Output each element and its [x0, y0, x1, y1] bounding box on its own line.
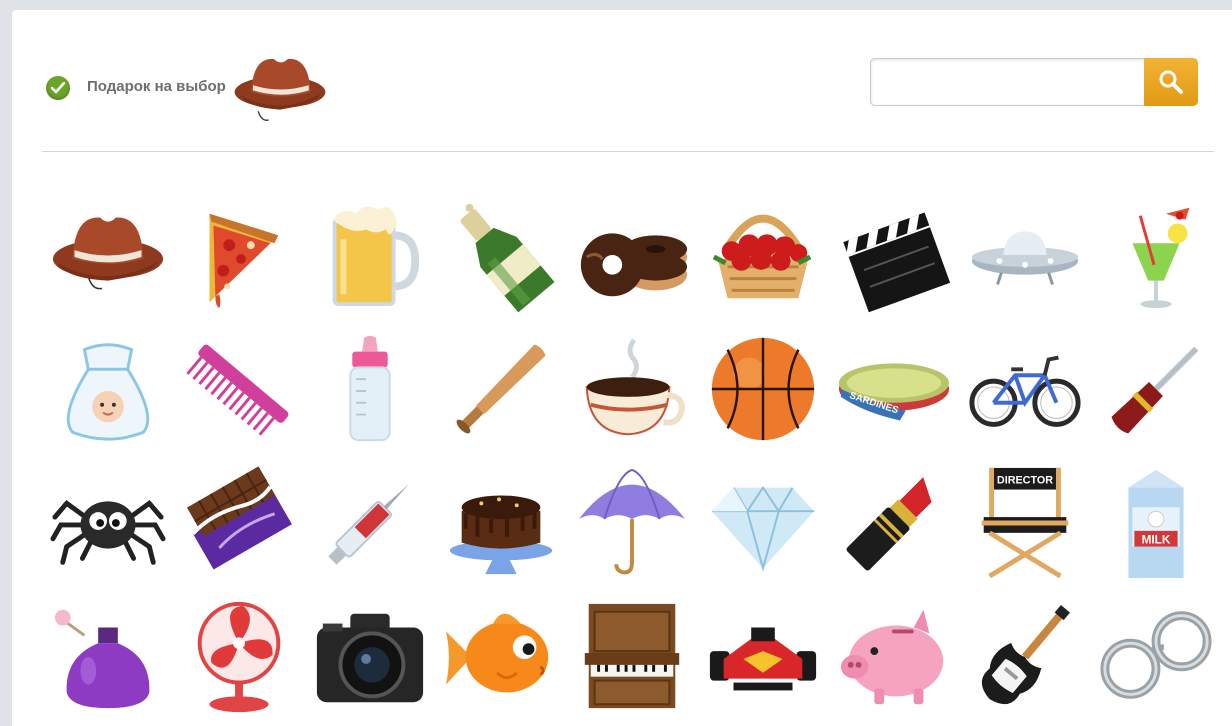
- gift-donuts[interactable]: [566, 188, 697, 322]
- magnifier-icon: [1159, 70, 1183, 94]
- ufo-icon: [971, 231, 1078, 285]
- gift-handcuffs[interactable]: [1090, 590, 1221, 724]
- gift-diamond[interactable]: [697, 456, 828, 590]
- coffee-cup-icon: [585, 338, 685, 436]
- gift-flower-basket[interactable]: [697, 188, 828, 322]
- clapperboard-icon: [842, 212, 950, 313]
- selected-gift-cowboy-hat-icon: [232, 46, 328, 131]
- gift-lipstick[interactable]: [828, 456, 959, 590]
- gift-cocktail[interactable]: [1090, 188, 1221, 322]
- umbrella-icon: [578, 468, 685, 575]
- check-icon: [46, 76, 70, 100]
- gift-baseball-bat[interactable]: [435, 322, 566, 456]
- gift-goldfish[interactable]: [435, 590, 566, 724]
- gift-ufo[interactable]: [959, 188, 1090, 322]
- lipstick-icon: [846, 477, 932, 571]
- gift-header: Подарок на выбор: [12, 10, 1232, 150]
- donuts-icon: [580, 233, 687, 297]
- director-label: DIRECTOR: [996, 475, 1052, 487]
- gift-clapperboard[interactable]: [828, 188, 959, 322]
- gift-director-chair[interactable]: DIRECTOR: [959, 456, 1090, 590]
- search-input[interactable]: [871, 59, 1145, 105]
- piano-icon: [584, 603, 679, 709]
- handcuffs-icon: [1099, 611, 1212, 699]
- gift-chocolate-bar[interactable]: [173, 456, 304, 590]
- electric-guitar-icon: [981, 604, 1070, 705]
- flower-basket-icon: [712, 214, 811, 299]
- basketball-icon: [711, 337, 814, 441]
- gift-camera[interactable]: [304, 590, 435, 724]
- chocolate-bar-icon: [186, 466, 292, 570]
- pizza-slice-icon: [209, 213, 278, 309]
- gift-panel: Подарок на выбор SARDINES DIRECTOR MILK: [12, 10, 1232, 726]
- gift-spider[interactable]: [42, 456, 173, 590]
- gift-coffee-cup[interactable]: [566, 322, 697, 456]
- search-box: [870, 58, 1198, 106]
- gift-baby-bottle[interactable]: [304, 322, 435, 456]
- desk-fan-icon: [197, 601, 280, 713]
- gift-race-car[interactable]: [697, 590, 828, 724]
- gift-milk-carton[interactable]: MILK: [1090, 456, 1221, 590]
- gift-umbrella[interactable]: [566, 456, 697, 590]
- gift-baby-bag[interactable]: [42, 322, 173, 456]
- screwdriver-icon: [1110, 346, 1198, 434]
- bicycle-icon: [968, 355, 1081, 427]
- goldfish-icon: [445, 613, 548, 693]
- gift-beer-mug[interactable]: [304, 188, 435, 322]
- gift-bicycle[interactable]: [959, 322, 1090, 456]
- milk-carton-icon: MILK: [1127, 469, 1184, 579]
- gift-screwdriver[interactable]: [1090, 322, 1221, 456]
- gift-pizza-slice[interactable]: [173, 188, 304, 322]
- beer-mug-icon: [332, 206, 419, 307]
- gift-cowboy-hat[interactable]: [42, 188, 173, 322]
- director-chair-icon: DIRECTOR: [981, 467, 1068, 579]
- diamond-icon: [711, 485, 814, 572]
- gift-perfume-bottle[interactable]: [42, 590, 173, 724]
- piggy-bank-icon: [840, 609, 943, 705]
- baseball-bat-icon: [456, 344, 546, 434]
- gift-syringe[interactable]: [304, 456, 435, 590]
- gift-desk-fan[interactable]: [173, 590, 304, 724]
- sardines-can-icon: SARDINES: [838, 363, 949, 421]
- search-button[interactable]: [1144, 58, 1198, 106]
- baby-bottle-icon: [348, 335, 391, 442]
- gift-piggy-bank[interactable]: [828, 590, 959, 724]
- gift-choice-label: Подарок на выбор: [87, 78, 226, 95]
- baby-bag-icon: [66, 343, 149, 441]
- gift-electric-guitar[interactable]: [959, 590, 1090, 724]
- camera-icon: [316, 613, 423, 703]
- race-car-icon: [709, 627, 816, 691]
- gift-piano[interactable]: [566, 590, 697, 724]
- champagne-bottle-icon: [460, 203, 554, 313]
- gift-champagne-bottle[interactable]: [435, 188, 566, 322]
- cowboy-hat-icon: [52, 217, 163, 290]
- chocolate-cake-icon: [449, 495, 552, 575]
- syringe-icon: [327, 484, 409, 565]
- milk-label: MILK: [1141, 533, 1170, 547]
- header-divider: [42, 151, 1214, 152]
- comb-icon: [185, 344, 288, 436]
- gift-grid: SARDINES DIRECTOR MILK: [42, 188, 1221, 724]
- gift-comb[interactable]: [173, 322, 304, 456]
- gift-chocolate-cake[interactable]: [435, 456, 566, 590]
- cocktail-icon: [1131, 207, 1189, 309]
- gift-sardines-can[interactable]: SARDINES: [828, 322, 959, 456]
- gift-basketball[interactable]: [697, 322, 828, 456]
- spider-icon: [49, 500, 166, 565]
- perfume-bottle-icon: [54, 609, 149, 709]
